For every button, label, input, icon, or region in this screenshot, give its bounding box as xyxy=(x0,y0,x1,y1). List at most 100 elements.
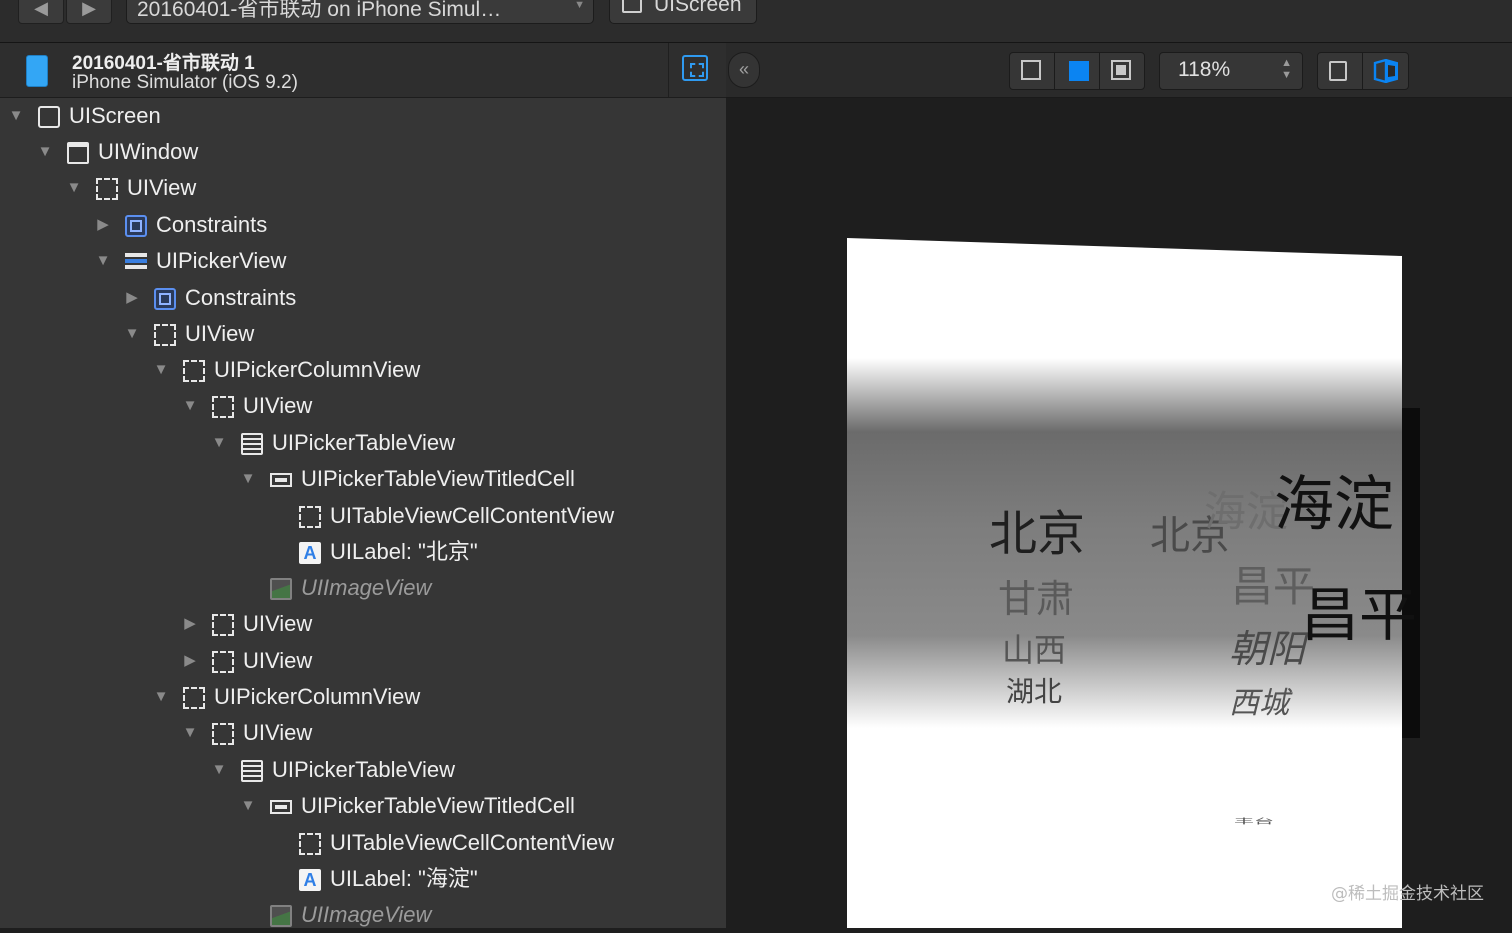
tree-row-label: UILabel: "海淀" xyxy=(330,866,478,891)
3d-view-button[interactable] xyxy=(1363,53,1407,89)
disclosure-triangle-icon[interactable]: ▼ xyxy=(66,170,82,206)
disclosure-triangle-icon[interactable]: ▶ xyxy=(182,643,198,679)
contents-icon xyxy=(1069,61,1089,81)
tree-row-label: UITableViewCellContentView xyxy=(330,830,615,855)
forward-button[interactable]: ▶ xyxy=(66,0,112,24)
tree-row-label: UIView xyxy=(243,393,313,418)
jump-bar[interactable]: 20160401-省市联动 on iPhone Simul… ▼ xyxy=(126,0,594,24)
view-icon xyxy=(183,360,205,382)
disclosure-triangle-icon[interactable]: ▶ xyxy=(95,207,111,243)
view-mode-control xyxy=(1317,52,1409,90)
table-cell-icon xyxy=(270,800,292,814)
picker-view-icon xyxy=(125,251,147,273)
tree-row-label: UIPickerView xyxy=(156,248,287,273)
constraints-icon xyxy=(154,288,176,310)
device-name: 20160401-省市联动 1 xyxy=(72,53,255,74)
disclosure-triangle-icon[interactable]: ▼ xyxy=(182,715,198,751)
tree-row-label: Constraints xyxy=(185,285,297,310)
disclosure-triangle-icon[interactable]: ▼ xyxy=(124,316,140,352)
image-view-icon xyxy=(270,578,292,600)
view-hierarchy-navigator: 20160401-省市联动 1 iPhone Simulator (iOS 9.… xyxy=(0,43,726,928)
picker-row-text[interactable]: 山西 xyxy=(1002,625,1066,671)
frame-both-button[interactable] xyxy=(1100,53,1144,89)
zoom-level: 118% xyxy=(1178,58,1231,81)
view-icon xyxy=(299,833,321,855)
tree-row-label: UIPickerColumnView xyxy=(214,684,421,709)
tree-row-label: UIScreen xyxy=(69,103,161,128)
picker-selected-text[interactable]: 昌平 xyxy=(1301,568,1417,652)
jump-bar-title: 20160401-省市联动 on iPhone Simul… xyxy=(137,0,502,21)
tree-row-label: UIView xyxy=(243,648,313,673)
tree-row-label: UIView xyxy=(185,321,255,346)
picker-selected-text[interactable]: 海淀 xyxy=(1274,456,1394,543)
device-os: iPhone Simulator (iOS 9.2) xyxy=(72,72,298,93)
screen-breadcrumb[interactable]: UIScreen xyxy=(609,0,757,24)
tree-row-label: UIPickerTableViewTitledCell xyxy=(301,793,575,818)
double-chevron-left-icon: « xyxy=(738,59,749,79)
view-icon xyxy=(212,651,234,673)
tree-row-label: UIView xyxy=(243,611,313,636)
picker-row-text[interactable]: 甘肃 xyxy=(998,568,1074,623)
tree-row-label: UITableViewCellContentView xyxy=(330,503,615,528)
disclosure-triangle-icon[interactable]: ▼ xyxy=(211,752,227,788)
tree-row-label: UIImageView xyxy=(301,575,432,600)
disclosure-triangle-icon[interactable]: ▼ xyxy=(153,679,169,715)
picker-row-text[interactable]: 朝阳 xyxy=(1229,618,1305,673)
disclosure-triangle-icon[interactable]: ▼ xyxy=(37,134,53,170)
zoom-stepper[interactable]: 118% ▲ ▼ xyxy=(1159,52,1303,90)
view-debugger-canvas[interactable]: « 118% ▲ ▼ 北京 甘肃 山西 湖北 北京 海淀 昌平 朝阳 西城 丰台… xyxy=(726,43,1512,928)
view-icon xyxy=(96,178,118,200)
view-icon xyxy=(212,396,234,418)
wireframe-icon xyxy=(1021,60,1041,80)
wireframe-contents-icon xyxy=(1111,60,1131,80)
disclosure-triangle-icon[interactable]: ▼ xyxy=(240,461,256,497)
constraints-icon xyxy=(125,215,147,237)
forward-arrow-icon: ▶ xyxy=(82,0,96,18)
chevron-down-icon: ▼ xyxy=(574,0,585,11)
picker-layer[interactable] xyxy=(847,358,1402,728)
picker-row-text[interactable]: 北京 xyxy=(989,494,1085,564)
canvas-toolbar: « 118% ▲ ▼ xyxy=(726,43,1512,98)
disclosure-triangle-icon[interactable]: ▼ xyxy=(153,352,169,388)
flat-view-icon xyxy=(1329,61,1347,81)
tree-row-label: UIView xyxy=(127,175,197,200)
disclosure-triangle-icon[interactable]: ▼ xyxy=(8,98,24,134)
3d-view-icon xyxy=(1373,59,1398,83)
2d-view-button[interactable] xyxy=(1318,53,1363,89)
focus-button[interactable] xyxy=(668,43,721,97)
iphone-icon xyxy=(26,55,48,87)
3d-view-scene[interactable]: 北京 甘肃 山西 湖北 北京 海淀 昌平 朝阳 西城 丰台 海淀 昌平 xyxy=(726,98,1512,928)
screen-breadcrumb-label: UIScreen xyxy=(654,0,742,16)
table-view-icon xyxy=(241,433,263,455)
focus-frame-icon xyxy=(682,55,708,81)
picker-row-text[interactable]: 湖北 xyxy=(1006,670,1062,710)
device-header[interactable]: 20160401-省市联动 1 iPhone Simulator (iOS 9.… xyxy=(0,43,726,98)
table-cell-icon xyxy=(270,473,292,487)
tree-row-label: UIPickerTableViewTitledCell xyxy=(301,466,575,491)
picker-row-text[interactable]: 丰台 xyxy=(1234,815,1274,825)
view-icon xyxy=(212,614,234,636)
image-view-icon xyxy=(270,905,292,927)
disclosure-triangle-icon[interactable]: ▼ xyxy=(95,243,111,279)
picker-row-text[interactable]: 西城 xyxy=(1229,678,1289,722)
frame-contents-button[interactable] xyxy=(1055,53,1100,89)
disclosure-triangle-icon[interactable]: ▶ xyxy=(124,280,140,316)
window-icon xyxy=(67,142,89,164)
disclosure-triangle-icon[interactable]: ▼ xyxy=(211,425,227,461)
tree-row-label: UIPickerColumnView xyxy=(214,357,421,382)
view-icon xyxy=(154,324,176,346)
tree-row-label: UILabel: "北京" xyxy=(330,539,478,564)
view-icon xyxy=(299,506,321,528)
disclosure-triangle-icon[interactable]: ▼ xyxy=(240,788,256,824)
tree-row-label: UIWindow xyxy=(98,139,199,164)
back-button[interactable]: ◀ xyxy=(18,0,64,24)
frame-mode-control xyxy=(1009,52,1145,90)
tree-row-label: UIPickerTableView xyxy=(272,430,456,455)
watermark: @稀土掘金技术社区 xyxy=(1331,884,1484,904)
view-icon xyxy=(183,687,205,709)
label-a-icon: A xyxy=(299,869,321,891)
collapse-sidebar-button[interactable]: « xyxy=(728,52,760,88)
disclosure-triangle-icon[interactable]: ▶ xyxy=(182,606,198,642)
frame-wireframe-button[interactable] xyxy=(1010,53,1055,89)
disclosure-triangle-icon[interactable]: ▼ xyxy=(182,388,198,424)
